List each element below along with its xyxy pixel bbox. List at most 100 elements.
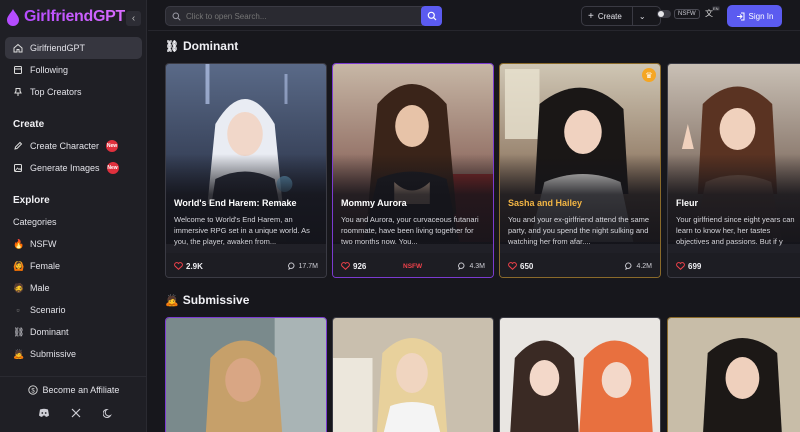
nav-item-label: Female	[30, 261, 61, 271]
affiliate-label: Become an Affiliate	[42, 385, 120, 395]
nav-item-create-character[interactable]: Create Character New	[5, 135, 142, 157]
discord-icon[interactable]	[38, 407, 50, 419]
chains-icon: ⛓	[13, 326, 25, 337]
nav-item-following[interactable]: Following	[5, 59, 142, 81]
likes-count[interactable]: 2.9K	[174, 262, 203, 271]
chats-count: 4.3M	[458, 262, 485, 270]
language-code: EN	[712, 6, 720, 11]
male-icon: 🧔	[13, 282, 25, 293]
moon-icon[interactable]	[102, 407, 114, 419]
likes-count[interactable]: 699	[676, 262, 701, 271]
nav-item-label: Submissive	[30, 349, 77, 359]
search-button[interactable]	[421, 6, 442, 26]
nsfw-switch[interactable]	[657, 10, 671, 18]
premium-crown-icon: ♛	[642, 68, 656, 82]
nav-item-label: Generate Images	[30, 163, 100, 173]
logo-text: GirlfriendGPT	[24, 8, 125, 25]
x-twitter-icon[interactable]	[70, 407, 82, 419]
heart-icon	[676, 262, 685, 270]
search-input[interactable]	[186, 11, 406, 21]
character-card[interactable]: Fleur Your girlfriend since eight years …	[667, 63, 800, 278]
sign-in-label: Sign In	[748, 11, 774, 21]
new-badge: New	[106, 162, 119, 174]
nav-item-top-creators[interactable]: Top Creators	[5, 81, 142, 103]
plus-icon: +	[588, 10, 594, 22]
character-card[interactable]: ♛ Sasha and Hailey You and your ex-girlf…	[499, 63, 661, 278]
likes-count[interactable]: 926	[341, 262, 366, 271]
character-card[interactable]	[499, 317, 661, 432]
character-card[interactable]: Mommy Aurora You and Aurora, your curvac…	[332, 63, 494, 278]
chevron-down-icon[interactable]: ⌄	[639, 12, 646, 21]
nav-item-dominant[interactable]: ⛓ Dominant	[5, 321, 142, 343]
nav-item-label: Scenario	[30, 305, 66, 315]
nav-item-label: NSFW	[30, 239, 57, 249]
nav-item-label: Male	[30, 283, 50, 293]
logo[interactable]: GirlfriendGPT	[6, 8, 125, 26]
heart-icon	[508, 262, 517, 270]
top-bar: + Create ⌄ NSFW 文 EN Sign In	[148, 0, 800, 31]
create-label: Create	[597, 11, 622, 21]
chat-bubble-icon	[287, 262, 294, 270]
nav-item-home[interactable]: GirlfriendGPT	[5, 37, 142, 59]
collapse-sidebar-button[interactable]: ‹	[126, 11, 141, 26]
nav-item-submissive[interactable]: 🙇 Submissive	[5, 343, 142, 365]
nav-item-label: Create Character	[30, 141, 100, 151]
character-name: Mommy Aurora	[341, 198, 407, 208]
likes-value: 699	[688, 261, 702, 271]
nav-item-female[interactable]: 🙆 Female	[5, 255, 142, 277]
section-title-text: Submissive	[182, 293, 250, 307]
nsfw-toggle[interactable]: NSFW	[657, 9, 700, 19]
chat-bubble-icon	[625, 262, 632, 270]
character-card[interactable]: World's End Harem: Remake Welcome to Wor…	[165, 63, 327, 278]
character-name: Sasha and Hailey	[508, 198, 583, 208]
create-divider	[631, 6, 633, 26]
search-icon	[427, 11, 436, 21]
become-affiliate-link[interactable]: $ Become an Affiliate	[0, 385, 147, 395]
character-card[interactable]	[165, 317, 327, 432]
sign-in-icon	[736, 12, 745, 20]
nav-item-label: Categories	[13, 217, 57, 227]
bowing-icon: 🙇	[165, 294, 179, 307]
card-stats: 2.9K 17.7M	[166, 253, 326, 277]
likes-value: 926	[353, 261, 367, 271]
sidebar-divider	[0, 376, 147, 377]
likes-count[interactable]: 650	[508, 262, 533, 271]
character-name: Fleur	[676, 198, 699, 208]
create-button[interactable]: + Create ⌄	[581, 6, 661, 26]
chains-icon: ⛓	[165, 40, 179, 53]
card-stats: 926 NSFW 4.3M	[333, 253, 493, 277]
chats-count: 4.2M	[625, 262, 652, 270]
chats-value: 4.3M	[469, 262, 485, 270]
heart-icon	[174, 262, 183, 270]
character-description: Your girlfriend since eight years can le…	[676, 215, 795, 246]
nav-item-scenario[interactable]: ▫ Scenario	[5, 299, 142, 321]
language-button[interactable]: 文 EN	[705, 6, 720, 22]
card-stats: 699	[668, 253, 800, 277]
explore-section-title: Explore	[13, 195, 50, 206]
fire-icon: 🔥	[13, 238, 25, 249]
nav-item-generate-images[interactable]: Generate Images New	[5, 157, 142, 179]
character-description: Welcome to World's End Harem, an immersi…	[174, 215, 310, 246]
search-field[interactable]	[165, 6, 423, 26]
character-name: World's End Harem: Remake	[174, 198, 297, 208]
character-image	[333, 318, 493, 432]
character-card[interactable]	[332, 317, 494, 432]
nav-item-label: Top Creators	[30, 87, 82, 97]
likes-value: 2.9K	[186, 261, 203, 271]
nav-item-label: Dominant	[30, 327, 69, 337]
nav-item-male[interactable]: 🧔 Male	[5, 277, 142, 299]
nav-item-label: Following	[30, 65, 69, 75]
home-icon	[13, 43, 23, 53]
dominant-section-title: ⛓ Dominant	[165, 39, 238, 53]
likes-value: 650	[520, 261, 534, 271]
card-stats: 650 4.2M	[500, 253, 660, 277]
following-icon	[14, 66, 22, 74]
heart-icon	[341, 262, 350, 270]
character-card[interactable]	[667, 317, 800, 432]
flame-logo-icon	[7, 9, 19, 26]
nav-item-nsfw[interactable]: 🔥 NSFW	[5, 233, 142, 255]
character-image	[500, 318, 660, 432]
sign-in-button[interactable]: Sign In	[727, 5, 782, 27]
bowing-icon: 🙇	[13, 348, 25, 359]
nav-item-categories[interactable]: Categories	[5, 211, 142, 233]
